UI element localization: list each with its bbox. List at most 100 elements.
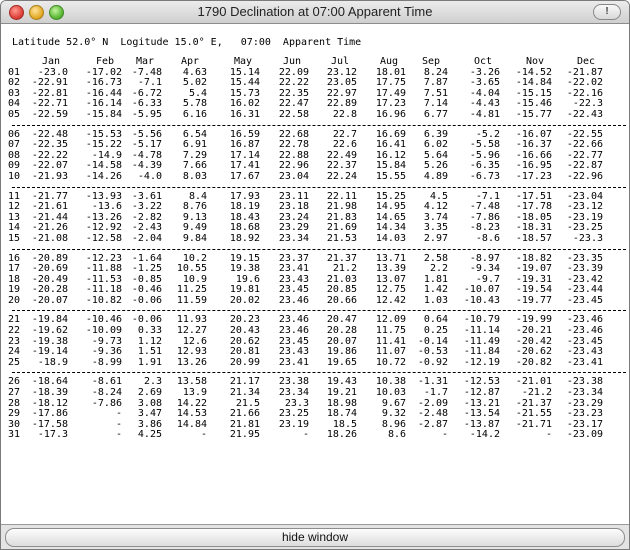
value-cell: -14.2 xyxy=(469,429,500,441)
value-cell: -17.23 xyxy=(515,170,552,182)
month-header: Aug xyxy=(380,56,399,67)
value-cell: - xyxy=(115,429,122,441)
value-cell: -17.3 xyxy=(37,429,68,441)
month-header: Oct xyxy=(474,56,493,67)
value-cell: 23.04 xyxy=(278,170,309,182)
month-header: Dec xyxy=(577,56,596,67)
value-cell: 6.16 xyxy=(182,108,207,120)
value-cell: - xyxy=(302,429,309,441)
table-row: 15 -21.08 -12.58 -2.04 9.84 18.92 23.34 21.53 14… xyxy=(2,232,628,245)
month-header: Apr xyxy=(181,56,200,67)
value-cell: -2.04 xyxy=(131,232,162,244)
value-cell: 23.34 xyxy=(278,232,309,244)
value-cell: -22.96 xyxy=(566,170,603,182)
value-cell: 18.92 xyxy=(229,232,260,244)
value-cell: -23.45 xyxy=(566,294,603,306)
value-cell: -19.77 xyxy=(515,294,552,306)
value-cell: -20.82 xyxy=(515,356,552,368)
value-cell: 20.99 xyxy=(229,356,260,368)
value-cell: - xyxy=(200,429,207,441)
value-cell: 13.26 xyxy=(176,356,207,368)
day-cell: 25 xyxy=(8,356,21,368)
value-cell: -12.58 xyxy=(85,232,122,244)
value-cell: -22.59 xyxy=(31,108,68,120)
value-cell: -6.73 xyxy=(469,170,500,182)
value-cell: 11.59 xyxy=(176,294,207,306)
value-cell: 4.89 xyxy=(423,170,448,182)
value-cell: -23.3 xyxy=(572,232,603,244)
month-header: Mar xyxy=(136,56,155,67)
value-cell: - xyxy=(545,429,552,441)
value-cell: -10.43 xyxy=(463,294,500,306)
value-cell: 17.67 xyxy=(229,170,260,182)
table-row: 10 -21.93 -14.26 -4.0 8.03 17.67 23.04 22.24 15.… xyxy=(2,170,628,183)
value-cell: 4.25 xyxy=(137,429,162,441)
value-cell: - xyxy=(441,429,448,441)
value-cell: -8.99 xyxy=(91,356,122,368)
month-header: Sep xyxy=(422,56,441,67)
value-cell: -10.82 xyxy=(85,294,122,306)
toolbar-toggle-button[interactable]: ! xyxy=(593,4,621,20)
value-cell: -4.0 xyxy=(137,170,162,182)
value-cell: -0.92 xyxy=(417,356,448,368)
day-cell: 20 xyxy=(8,294,21,306)
table-view[interactable]: Latitude 52.0° N Logitude 15.0° E, 07:00… xyxy=(2,24,628,526)
value-cell: 2.97 xyxy=(423,232,448,244)
value-cell: 8.6 xyxy=(387,429,406,441)
value-cell: 21.95 xyxy=(229,429,260,441)
value-cell: 19.65 xyxy=(326,356,357,368)
month-header: Jun xyxy=(283,56,302,67)
value-cell: 20.02 xyxy=(229,294,260,306)
month-header: Feb xyxy=(96,56,115,67)
value-cell: 22.8 xyxy=(332,108,357,120)
value-cell: 10.72 xyxy=(375,356,406,368)
hide-window-button[interactable]: hide window xyxy=(5,528,625,547)
value-cell: -20.07 xyxy=(31,294,68,306)
day-cell: 15 xyxy=(8,232,21,244)
value-cell: 20.66 xyxy=(326,294,357,306)
table-row: 31 -17.3 - 4.25 - 21.95 - 18.26 8.6 - -14.2 - -23.09 xyxy=(2,430,628,441)
value-cell: 1.03 xyxy=(423,294,448,306)
month-header-row: Jan Feb Mar Apr May Jun Jul Aug Sep Oct Nov Dec xyxy=(2,56,628,68)
value-cell: 22.58 xyxy=(278,108,309,120)
value-cell: 16.31 xyxy=(229,108,260,120)
month-header: Jul xyxy=(331,56,350,67)
value-cell: -18.57 xyxy=(515,232,552,244)
day-cell: 05 xyxy=(8,108,21,120)
table-row: 05 -22.59 -15.84 -5.95 6.16 16.31 22.58 22.8 16.… xyxy=(2,108,628,121)
dashed-divider xyxy=(12,372,626,374)
table-row: 20 -20.07 -10.82 -0.06 11.59 20.02 23.46 20.66 1… xyxy=(2,294,628,307)
value-cell: 23.41 xyxy=(278,356,309,368)
day-cell: 10 xyxy=(8,170,21,182)
value-cell: -21.93 xyxy=(31,170,68,182)
value-cell: -15.84 xyxy=(85,108,122,120)
value-cell: 21.53 xyxy=(326,232,357,244)
value-cell: -22.43 xyxy=(566,108,603,120)
footer-bar: hide window xyxy=(1,524,629,549)
title-bar[interactable]: 1790 Declination at 07:00 Apparent Time … xyxy=(1,1,629,24)
dashed-divider xyxy=(12,186,626,188)
value-cell: -8.6 xyxy=(475,232,500,244)
month-header: Nov xyxy=(526,56,545,67)
value-cell: 12.42 xyxy=(375,294,406,306)
table-row: 30 -17.58-3.86 14.84 21.81 23.19 18.5 8.96 -2.8… xyxy=(2,419,628,431)
value-cell: -23.41 xyxy=(566,356,603,368)
dashed-divider xyxy=(12,124,626,126)
dashed-divider xyxy=(12,248,626,250)
value-cell: 14.03 xyxy=(375,232,406,244)
value-cell: -14.26 xyxy=(85,170,122,182)
value-cell: -18.9 xyxy=(37,356,68,368)
dashed-divider xyxy=(12,310,626,312)
value-cell: 6.77 xyxy=(423,108,448,120)
value-cell: 15.55 xyxy=(375,170,406,182)
value-cell: -4.81 xyxy=(469,108,500,120)
value-cell: 16.96 xyxy=(375,108,406,120)
value-cell: 23.46 xyxy=(278,294,309,306)
value-cell: 1.91 xyxy=(137,356,162,368)
value-cell: -0.06 xyxy=(131,294,162,306)
declination-table: Jan Feb Mar Apr May Jun Jul Aug Sep Oct Nov Dec 01 -2… xyxy=(2,56,628,441)
value-cell: -5.95 xyxy=(131,108,162,120)
value-cell: 8.03 xyxy=(182,170,207,182)
app-window: 1790 Declination at 07:00 Apparent Time … xyxy=(0,0,630,550)
value-cell: 9.84 xyxy=(182,232,207,244)
